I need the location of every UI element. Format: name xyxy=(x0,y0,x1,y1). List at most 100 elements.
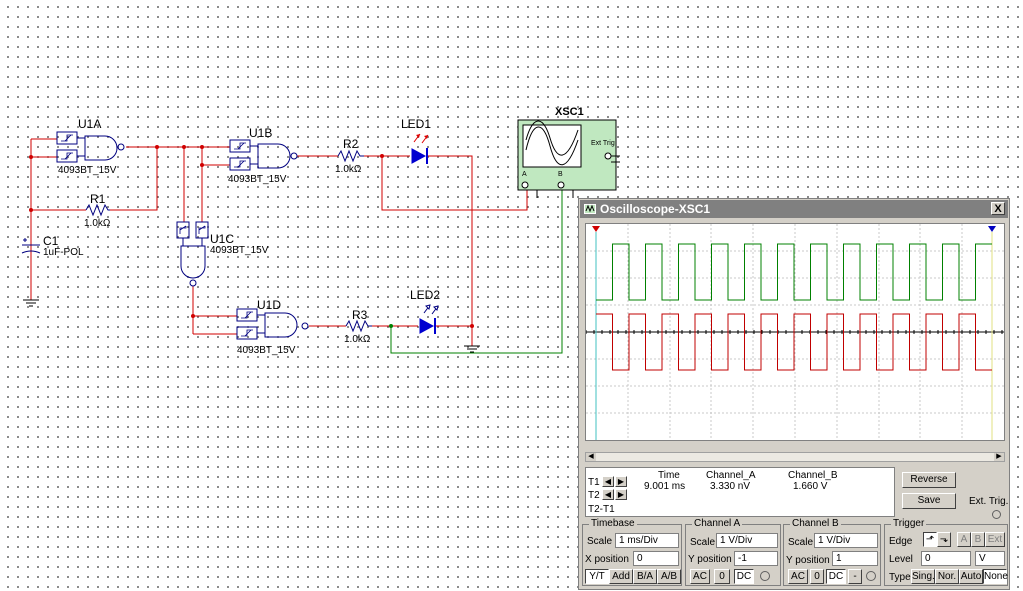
channel-a-scale-field[interactable]: 1 V/Div xyxy=(716,533,778,548)
timebase-group: Timebase Scale 1 ms/Div X position 0 Y/T… xyxy=(582,518,682,586)
scroll-right-icon[interactable]: ▶ xyxy=(994,453,1004,461)
u1c-part: 4093BT_15V xyxy=(210,245,269,256)
scope-display[interactable] xyxy=(585,223,1005,441)
oscilloscope-title: Oscilloscope-XSC1 xyxy=(600,202,711,216)
channel-a-terminal-icon[interactable] xyxy=(760,571,770,581)
xsc1-symbol[interactable] xyxy=(517,119,620,198)
readout-header-time: Time xyxy=(658,470,680,481)
channel-a-ypos-label: Y position xyxy=(688,554,732,565)
channel-a-ac-button[interactable]: AC xyxy=(690,569,710,584)
oscilloscope-app-icon xyxy=(584,204,596,214)
mode-yt-button[interactable]: Y/T xyxy=(585,569,609,584)
channel-b-scale-field[interactable]: 1 V/Div xyxy=(814,533,878,548)
led2-ref: LED2 xyxy=(410,288,441,302)
oscilloscope-window: Oscilloscope-XSC1 X ◀ ▶ Time Channel_A C… xyxy=(578,198,1010,590)
u1a-part: 4093BT_15V xyxy=(58,165,117,176)
junction-green xyxy=(389,324,393,328)
xsc1-ref: XSC1 xyxy=(555,106,584,118)
trigger-level-unit[interactable]: V xyxy=(975,551,1005,566)
r3-ref: R3 xyxy=(352,308,368,322)
gate-u1c[interactable] xyxy=(176,221,209,287)
trigger-source-b-button[interactable]: B xyxy=(971,532,985,547)
resistor-r1[interactable] xyxy=(85,203,110,217)
xsc1-ch-b: B xyxy=(558,171,563,178)
gate-u1d[interactable] xyxy=(236,308,309,340)
trigger-type-auto-button[interactable]: Auto xyxy=(959,569,983,584)
mode-ba-button[interactable]: B/A xyxy=(633,569,657,584)
timebase-scale-field[interactable]: 1 ms/Div xyxy=(615,533,679,548)
resistor-r3[interactable] xyxy=(345,319,372,333)
r1-value: 1.0kΩ xyxy=(84,218,111,229)
save-button[interactable]: Save xyxy=(902,493,956,509)
r1-ref: R1 xyxy=(90,192,106,206)
channel-a-dc-button[interactable]: DC xyxy=(734,569,754,584)
channel-b-title: Channel B xyxy=(790,518,841,529)
c1-ref: C1 xyxy=(43,234,59,248)
trigger-source-ext-button[interactable]: Ext xyxy=(985,532,1005,547)
trigger-level-label: Level xyxy=(889,554,913,565)
ground-cap xyxy=(23,299,39,307)
trigger-type-single-button[interactable]: Sing. xyxy=(911,569,935,584)
channel-b-ypos-label: Y position xyxy=(786,555,830,566)
readout-t1-time: 9.001 ms xyxy=(644,481,686,492)
t2-left-arrow-icon[interactable]: ◀ xyxy=(602,489,614,500)
channel-b-zero-button[interactable]: 0 xyxy=(810,569,824,584)
readout-t1-a: 3.330 nV xyxy=(710,481,751,492)
readout-row-t2-label: T2 xyxy=(588,490,600,501)
trigger-edge-label: Edge xyxy=(889,536,913,547)
oscilloscope-titlebar[interactable]: Oscilloscope-XSC1 X xyxy=(580,200,1008,218)
ext-trig-terminal-icon[interactable] xyxy=(992,510,1001,519)
channel-a-group: Channel A Scale 1 V/Div Y position -1 AC… xyxy=(685,518,781,586)
trigger-type-normal-button[interactable]: Nor. xyxy=(935,569,959,584)
channel-b-ac-button[interactable]: AC xyxy=(788,569,808,584)
xsc1-ch-a: A xyxy=(522,171,527,178)
u1c-ref: U1C xyxy=(210,232,235,246)
reverse-button[interactable]: Reverse xyxy=(902,472,956,488)
t1-right-arrow-icon[interactable]: ▶ xyxy=(615,476,627,487)
channel-b-terminal-icon[interactable] xyxy=(866,571,876,581)
xsc1-ext-trig: Ext Trig xyxy=(591,140,615,147)
scroll-left-icon[interactable]: ◀ xyxy=(586,453,596,461)
led2[interactable] xyxy=(419,304,439,334)
led1[interactable] xyxy=(411,133,429,164)
channel-b-dc-button[interactable]: DC xyxy=(826,569,846,584)
readout-header-b: Channel_B xyxy=(788,470,838,481)
trigger-type-none-button[interactable]: None xyxy=(983,569,1008,584)
cursor-t2-marker[interactable] xyxy=(988,226,996,232)
close-button[interactable]: X xyxy=(991,202,1005,215)
trigger-source-a-button[interactable]: A xyxy=(957,532,971,547)
resistor-r2[interactable] xyxy=(337,149,364,163)
cursor-readout: Time Channel_A Channel_B T1 9.001 ms 3.3… xyxy=(585,467,895,517)
cursor-t1-marker[interactable] xyxy=(592,226,600,232)
channel-b-ypos-field[interactable]: 1 xyxy=(832,551,878,566)
t2-right-arrow-icon[interactable]: ▶ xyxy=(615,489,627,500)
mode-add-button[interactable]: Add xyxy=(609,569,633,584)
t1-left-arrow-icon[interactable]: ◀ xyxy=(602,476,614,487)
ext-trig-label: Ext. Trig. xyxy=(969,496,1009,507)
edge-rising-icon[interactable]: ⬏ xyxy=(923,532,937,547)
channel-b-scale-label: Scale xyxy=(788,537,814,548)
u1b-part: 4093BT_15V xyxy=(228,174,287,185)
channel-a-ypos-field[interactable]: -1 xyxy=(734,551,778,566)
led1-ref: LED1 xyxy=(401,117,432,131)
mode-ab-button[interactable]: A/B xyxy=(657,569,681,584)
edge-falling-icon[interactable]: ⬎ xyxy=(937,532,951,547)
readout-row-t1-label: T1 xyxy=(588,477,600,488)
timebase-xpos-field[interactable]: 0 xyxy=(633,551,679,566)
scope-grid xyxy=(585,224,1004,440)
channel-b-minus-button[interactable]: - xyxy=(848,569,862,584)
timebase-xpos-label: X position xyxy=(585,554,629,565)
channel-a-title: Channel A xyxy=(692,518,743,529)
scope-scrollbar[interactable]: ◀ ▶ xyxy=(585,452,1005,462)
u1a-ref: U1A xyxy=(78,117,102,131)
channel-a-zero-button[interactable]: 0 xyxy=(714,569,730,584)
trigger-title: Trigger xyxy=(891,518,927,529)
r3-value: 1.0kΩ xyxy=(344,334,371,345)
channel-b-group: Channel B Scale 1 V/Div Y position 1 AC … xyxy=(783,518,881,586)
r2-value: 1.0kΩ xyxy=(335,164,362,175)
ground-led xyxy=(464,345,480,353)
trigger-level-field[interactable]: 0 xyxy=(921,551,971,566)
trigger-group: Trigger Edge ⬏ ⬎ A B Ext Level 0 V Type … xyxy=(884,518,1008,586)
r2-ref: R2 xyxy=(343,137,359,151)
u1b-ref: U1B xyxy=(249,126,273,140)
